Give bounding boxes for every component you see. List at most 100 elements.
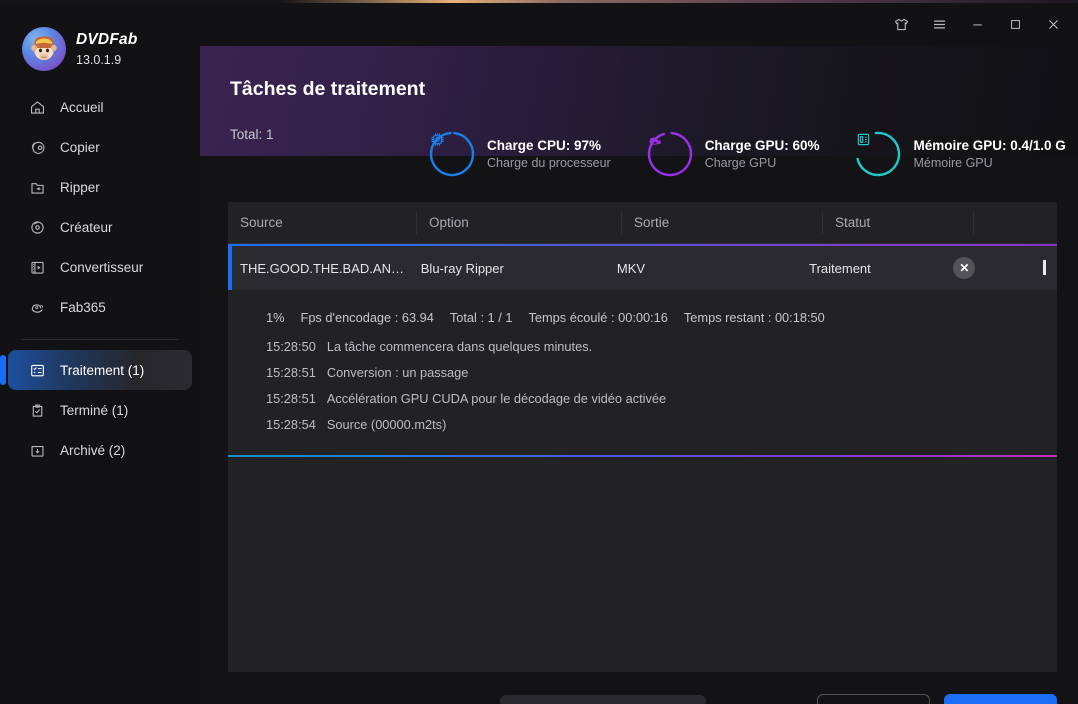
- film-icon: [28, 258, 46, 276]
- list-item: 15:28:54 Source (00000.m2ts): [266, 417, 1057, 432]
- sidebar-item-label: Fab365: [60, 299, 106, 315]
- gpu-memory-gauge: Mémoire GPU: 0.4/1.0 G Mémoire GPU: [854, 130, 1066, 178]
- maximize-icon[interactable]: [998, 10, 1032, 40]
- log-timestamp: 15:28:54: [266, 417, 316, 432]
- task-log: 15:28:50 La tâche commencera dans quelqu…: [228, 325, 1057, 432]
- bottom-action-bar: Lorsque toutes les tâches sont terminées…: [228, 688, 1057, 704]
- clipboard-check-icon: [28, 401, 46, 419]
- rip-icon: [28, 178, 46, 196]
- page-hero: Tâches de traitement Total: 1 Charge CPU…: [200, 46, 1078, 177]
- cell-source: THE.GOOD.THE.BAD.AN…: [240, 260, 404, 276]
- gpu-memory-gauge-value: Mémoire GPU: 0.4/1.0 G: [913, 138, 1066, 153]
- log-timestamp: 15:28:51: [266, 365, 316, 380]
- cell-output: MKV: [616, 260, 646, 276]
- cpu-gauge-caption: Charge du processeur: [487, 156, 611, 170]
- column-header-option[interactable]: Option: [417, 215, 621, 230]
- home-icon: [28, 98, 46, 116]
- list-item: 15:28:50 La tâche commencera dans quelqu…: [266, 339, 1057, 354]
- gpu-memory-gauge-ring: [854, 130, 902, 178]
- monkey-avatar-icon: [22, 26, 66, 71]
- task-progress-stats: 1% Fps d'encodage : 63.94 Total : 1 / 1 …: [228, 310, 1057, 325]
- cpu-load-gauge: Charge CPU: 97% Charge du processeur: [428, 130, 611, 178]
- sidebar-item-label: Archivé (2): [60, 442, 126, 458]
- list-item: 15:28:51 Accélération GPU CUDA pour le d…: [266, 391, 1057, 406]
- dvdfab-application-window: DVDFab 13.0.1.9 Accueil Copier Ripper Cr…: [0, 3, 1078, 704]
- log-message: Source (00000.m2ts): [326, 417, 447, 432]
- sidebar-item-label: Terminé (1): [60, 402, 129, 418]
- sidebar-item-termine[interactable]: Terminé (1): [8, 390, 192, 430]
- task-total-label: Total: 1: [230, 127, 274, 142]
- close-icon[interactable]: [1036, 10, 1070, 40]
- brand-name: DVDFab: [76, 30, 138, 48]
- stat-encoding-fps: Fps d'encodage : 63.94: [300, 310, 434, 325]
- main-content: Tâches de traitement Total: 1 Charge CPU…: [200, 46, 1078, 704]
- sidebar-item-convertisseur[interactable]: Convertisseur: [8, 247, 192, 287]
- menu-icon[interactable]: [922, 10, 956, 40]
- sidebar-item-label: Copier: [60, 139, 100, 155]
- log-timestamp: 15:28:51: [266, 391, 316, 406]
- cell-option: Blu-ray Ripper: [420, 260, 504, 276]
- sidebar-item-ripper[interactable]: Ripper: [8, 167, 192, 207]
- cancel-button[interactable]: Annuler: [944, 693, 1057, 704]
- brand-header: DVDFab 13.0.1.9: [0, 3, 200, 75]
- task-table-header: Source Option Sortie Statut: [228, 202, 1057, 244]
- stat-remaining-time: Temps restant : 00:18:50: [683, 310, 825, 325]
- window-titlebar: [200, 3, 1078, 46]
- stat-elapsed-time: Temps écoulé : 00:00:16: [528, 310, 668, 325]
- gpu-gauge-ring: [646, 130, 694, 178]
- gpu-gauge-caption: Charge GPU: [704, 156, 777, 170]
- column-header-source[interactable]: Source: [228, 215, 416, 230]
- sidebar-item-label: Accueil: [60, 99, 104, 115]
- sidebar-item-copier[interactable]: Copier: [8, 127, 192, 167]
- sidebar-item-createur[interactable]: Créateur: [8, 207, 192, 247]
- sidebar-item-traitement[interactable]: Traitement (1): [0, 350, 192, 390]
- minimize-icon[interactable]: [960, 10, 994, 40]
- sidebar-divider: [22, 339, 178, 340]
- sidebar-item-label: Ripper: [60, 179, 100, 195]
- cpu-gauge-value: Charge CPU: 97%: [487, 138, 602, 153]
- task-panel: Source Option Sortie Statut THE.GOOD.THE…: [228, 202, 1057, 672]
- task-detail-divider: [228, 455, 1057, 457]
- gpu-gauge-value: Charge GPU: 60%: [704, 138, 820, 153]
- fab365-icon: [28, 298, 46, 316]
- task-list-icon: [28, 361, 46, 379]
- sidebar-item-label: Convertisseur: [60, 259, 144, 275]
- column-header-status[interactable]: Statut: [823, 215, 973, 230]
- theme-skin-icon[interactable]: [884, 10, 918, 40]
- table-row[interactable]: THE.GOOD.THE.BAD.AN… Blu-ray Ripper MKV …: [228, 246, 1057, 290]
- disc-copy-icon: [28, 138, 46, 156]
- nvidia-gpu-icon: [646, 130, 694, 178]
- list-item: 15:28:51 Conversion : un passage: [266, 365, 1057, 380]
- sidebar-item-accueil[interactable]: Accueil: [8, 87, 192, 127]
- stat-percent: 1%: [266, 310, 285, 325]
- archive-icon: [28, 441, 46, 459]
- sidebar-item-label: Traitement (1): [60, 362, 145, 378]
- brand-version: 13.0.1.9: [76, 52, 122, 67]
- sidebar-item-archive[interactable]: Archivé (2): [8, 430, 192, 470]
- gpu-memory-gauge-caption: Mémoire GPU: [913, 156, 993, 170]
- close-circle-icon[interactable]: ✕: [953, 257, 976, 279]
- cell-actions: ✕: [941, 257, 1057, 279]
- sidebar-primary-nav: Accueil Copier Ripper Créateur Convertis…: [0, 87, 200, 470]
- cell-status: Traitement: [809, 260, 871, 276]
- stat-total: Total : 1 / 1: [449, 310, 513, 325]
- task-detail: 1% Fps d'encodage : 63.94 Total : 1 / 1 …: [228, 290, 1057, 457]
- page-title: Tâches de traitement: [230, 78, 426, 100]
- clipped-row-control[interactable]: [1043, 260, 1046, 275]
- log-message: La tâche commencera dans quelques minute…: [326, 339, 593, 354]
- action-buttons: Pause Annuler: [817, 693, 1057, 704]
- gpu-load-gauge: Charge GPU: 60% Charge GPU: [646, 130, 820, 178]
- disc-icon: [28, 218, 46, 236]
- pause-button[interactable]: Pause: [817, 693, 930, 704]
- system-gauges: Charge CPU: 97% Charge du processeur Cha…: [428, 130, 1078, 178]
- column-divider: [973, 211, 974, 234]
- log-timestamp: 15:28:50: [266, 339, 316, 354]
- cpu-chip-icon: [428, 130, 476, 178]
- column-header-output[interactable]: Sortie: [622, 215, 822, 230]
- log-message: Conversion : un passage: [326, 365, 469, 380]
- log-message: Accélération GPU CUDA pour le décodage d…: [326, 391, 667, 406]
- memory-chip-icon: [854, 130, 902, 178]
- sidebar-item-fab365[interactable]: Fab365: [8, 287, 192, 327]
- sidebar-item-label: Créateur: [60, 219, 113, 235]
- after-tasks-select[interactable]: Ne rien faire ▼: [499, 694, 706, 704]
